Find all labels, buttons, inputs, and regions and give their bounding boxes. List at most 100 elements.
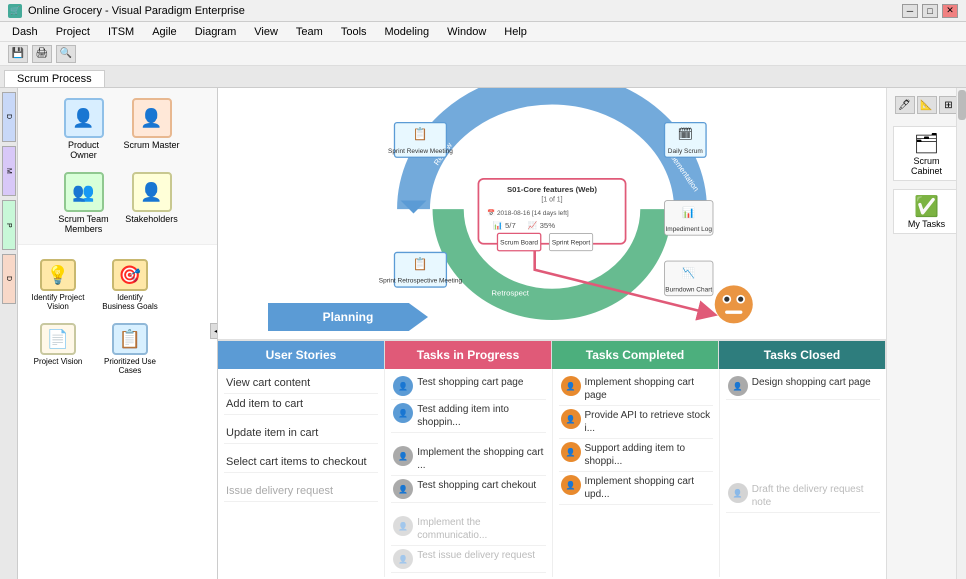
menu-team[interactable]: Team — [288, 24, 331, 40]
tab-scrum-process[interactable]: Scrum Process — [4, 70, 105, 87]
kanban-board: User Stories Tasks in Progress Tasks Com… — [218, 339, 886, 579]
person-product-owner: 👤 Product Owner — [54, 98, 114, 160]
project-vision-label: Identify Project Vision — [28, 293, 88, 311]
svg-text:Sprint Retrospective Meeting: Sprint Retrospective Meeting — [379, 278, 463, 285]
svg-text:📈 35%: 📈 35% — [528, 220, 555, 230]
story-add-item[interactable]: Add item to cart — [224, 394, 378, 415]
menu-itsm[interactable]: ITSM — [100, 24, 142, 40]
team-members-icon: 👥 — [64, 172, 104, 212]
col-header-completed: Tasks Completed — [552, 341, 719, 369]
svg-text:🗓: 🗓 — [678, 127, 693, 141]
person-team-members: 👥 Scrum Team Members — [54, 172, 114, 234]
task-draft-delivery[interactable]: 👤 Draft the delivery request note — [726, 480, 880, 513]
team-members-label: Scrum Team Members — [54, 214, 114, 234]
task-test-delivery[interactable]: 👤 Test issue delivery request — [391, 546, 545, 573]
project-vision-icon: 💡 — [40, 259, 76, 291]
menu-agile[interactable]: Agile — [144, 24, 184, 40]
menu-view[interactable]: View — [246, 24, 286, 40]
task-avatar-11: 👤 — [728, 376, 748, 396]
svg-text:[1 of 1]: [1 of 1] — [541, 196, 562, 203]
planning-arrow: Planning — [268, 303, 428, 331]
collapse-left-panel-button[interactable]: ◀ — [210, 323, 218, 339]
sidebar-item-diagram-navigator[interactable]: D — [2, 92, 16, 142]
task-provide-api[interactable]: 👤 Provide API to retrieve stock i... — [559, 406, 713, 439]
col-user-stories-body: View cart content Add item to cart Updat… — [218, 369, 385, 577]
my-tasks-widget[interactable]: ✅ My Tasks — [893, 189, 961, 234]
kanban-body: View cart content Add item to cart Updat… — [218, 369, 886, 577]
task-implement-cart[interactable]: 👤 Implement the shopping cart ... — [391, 443, 545, 476]
menu-diagram[interactable]: Diagram — [187, 24, 245, 40]
svg-text:Daily Scrum: Daily Scrum — [668, 148, 703, 155]
task-test-add-item[interactable]: 👤 Test adding item into shoppin... — [391, 400, 545, 433]
right-sidebar: 🖊 📐 ⊞ 🗂 Scrum Cabinet ✅ My Tasks — [886, 88, 966, 579]
cycle-diagram-svg: Review Implementation Retrospect S01-Cor… — [218, 88, 886, 339]
menu-window[interactable]: Window — [439, 24, 494, 40]
sprint-diagram: Review Implementation Retrospect S01-Cor… — [218, 88, 886, 339]
svg-text:📉: 📉 — [682, 267, 695, 280]
task-test-checkout[interactable]: 👤 Test shopping cart chekout — [391, 476, 545, 503]
task-implement-update[interactable]: 👤 Implement shopping cart upd... — [559, 472, 713, 505]
scrollbar-thumb[interactable] — [958, 90, 966, 120]
toolbar-icon-1[interactable]: 🖊 — [895, 96, 915, 114]
menu-tools[interactable]: Tools — [333, 24, 375, 40]
menu-modeling[interactable]: Modeling — [377, 24, 438, 40]
toolbar-btn-1[interactable]: 💾 — [8, 45, 28, 63]
task-test-cart-page[interactable]: 👤 Test shopping cart page — [391, 373, 545, 400]
svg-text:Impediment Log: Impediment Log — [666, 226, 713, 233]
story-issue-delivery[interactable]: Issue delivery request — [224, 481, 378, 502]
scrum-cabinet-icon: 🗂 — [898, 131, 956, 156]
window-title: Online Grocery - Visual Paradigm Enterpr… — [28, 5, 245, 17]
menu-help[interactable]: Help — [496, 24, 535, 40]
svg-text:📋: 📋 — [413, 257, 428, 271]
task-avatar-9: 👤 — [561, 442, 581, 462]
scrum-cabinet-widget[interactable]: 🗂 Scrum Cabinet — [893, 126, 961, 181]
toolbar-icon-2[interactable]: 📐 — [917, 96, 937, 114]
window-controls[interactable]: ─ □ ✕ — [902, 4, 958, 18]
task-avatar-12: 👤 — [728, 483, 748, 503]
sidebar-item-backlog[interactable]: D — [2, 254, 16, 304]
task-support-add[interactable]: 👤 Support adding item to shoppi... — [559, 439, 713, 472]
svg-text:Sprint Report: Sprint Report — [552, 240, 590, 247]
story-select-checkout[interactable]: Select cart items to checkout — [224, 452, 378, 473]
menu-dash[interactable]: Dash — [4, 24, 46, 40]
project-vision-doc-icon: 📄 — [40, 323, 76, 355]
kanban-header: User Stories Tasks in Progress Tasks Com… — [218, 341, 886, 369]
close-button[interactable]: ✕ — [942, 4, 958, 18]
main-area: D M P D 👤 Product Owner 👤 Scrum Master 👥 — [0, 88, 966, 579]
prioritized-use-cases: 📋 Prioritized Use Cases — [100, 323, 160, 375]
sidebar-item-property[interactable]: P — [2, 200, 16, 250]
diagram-area: Review Implementation Retrospect S01-Cor… — [218, 88, 966, 579]
toolbar-btn-2[interactable]: 🖨 — [32, 45, 52, 63]
identify-business-goals: 🎯 Identify Business Goals — [100, 259, 160, 311]
task-design-cart-page[interactable]: 👤 Design shopping cart page — [726, 373, 880, 400]
my-tasks-label: My Tasks — [898, 219, 956, 229]
business-goals-label: Identify Business Goals — [100, 293, 160, 311]
use-cases-icon: 📋 — [112, 323, 148, 355]
task-implement-cart-page[interactable]: 👤 Implement shopping cart page — [559, 373, 713, 406]
scrum-master-icon: 👤 — [132, 98, 172, 138]
svg-text:Retrospect: Retrospect — [491, 289, 529, 298]
task-implement-comm[interactable]: 👤 Implement the communicatio... — [391, 513, 545, 546]
vertical-scrollbar[interactable] — [956, 88, 966, 579]
sidebar-item-model-explorer[interactable]: M — [2, 146, 16, 196]
tab-bar: Scrum Process — [0, 66, 966, 88]
maximize-button[interactable]: □ — [922, 4, 938, 18]
toolbar: 💾 🖨 🔍 — [0, 42, 966, 66]
toolbar-btn-3[interactable]: 🔍 — [56, 45, 76, 63]
identify-project-vision: 💡 Identify Project Vision — [28, 259, 88, 311]
svg-text:S01-Core features (Web): S01-Core features (Web) — [507, 185, 597, 194]
scrum-cabinet-label: Scrum Cabinet — [898, 156, 956, 176]
use-cases-label: Prioritized Use Cases — [100, 357, 160, 375]
person-stakeholders: 👤 Stakeholders — [122, 172, 182, 234]
menubar: Dash Project ITSM Agile Diagram View Tea… — [0, 22, 966, 42]
scrum-master-label: Scrum Master — [123, 140, 179, 150]
my-tasks-icon: ✅ — [898, 194, 956, 219]
menu-project[interactable]: Project — [48, 24, 98, 40]
story-update-item[interactable]: Update item in cart — [224, 423, 378, 444]
app-icon: 🛒 — [8, 4, 22, 18]
minimize-button[interactable]: ─ — [902, 4, 918, 18]
task-avatar-7: 👤 — [561, 376, 581, 396]
person-scrum-master: 👤 Scrum Master — [122, 98, 182, 160]
story-view-cart[interactable]: View cart content — [224, 373, 378, 394]
product-owner-icon: 👤 — [64, 98, 104, 138]
